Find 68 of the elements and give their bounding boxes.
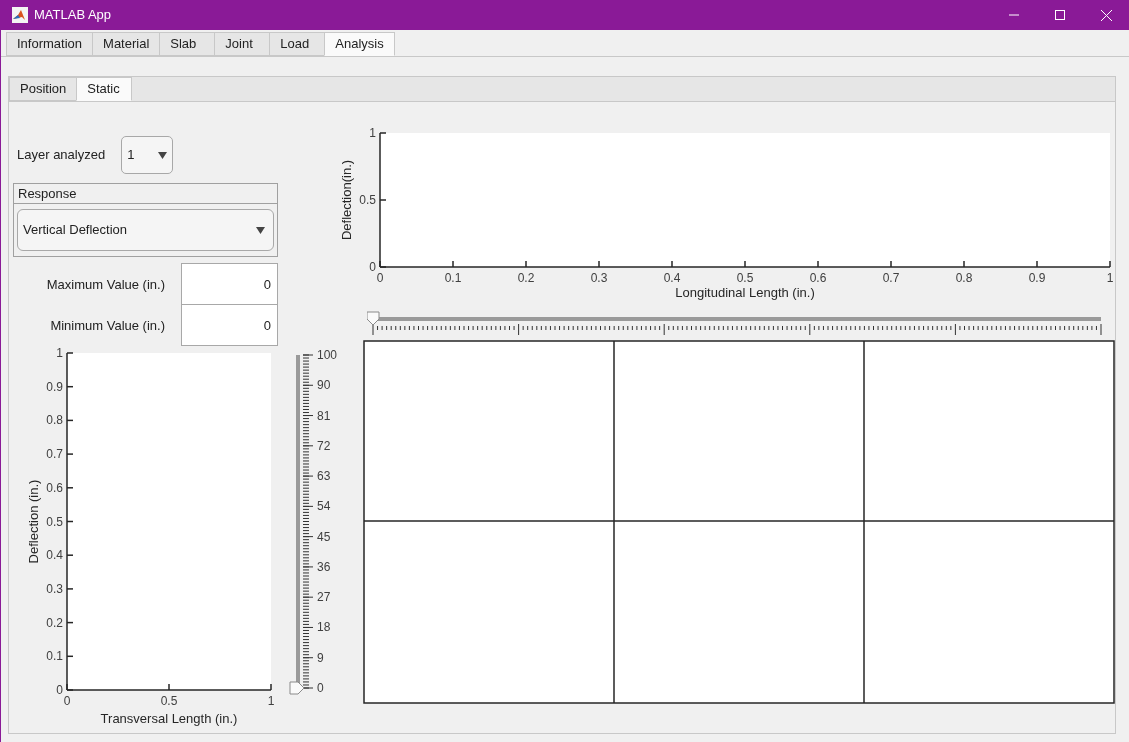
maximize-icon [1055, 10, 1065, 20]
tick-label: 0.4 [46, 548, 63, 563]
tick-label: 0 [317, 681, 324, 695]
tick-label: 0.7 [882, 271, 900, 285]
tick-label: 0 [63, 694, 71, 708]
tab[interactable]: Joint [214, 32, 271, 56]
tick-label: 1 [267, 694, 275, 708]
close-icon [1100, 9, 1112, 21]
tick-label: 0.6 [46, 480, 63, 495]
tick-label: 0.2 [46, 615, 63, 630]
app-logo-icon [12, 7, 28, 23]
field-label: Layer analyzed [17, 146, 106, 165]
caret-icon [158, 151, 168, 159]
tick-label: 63 [317, 469, 331, 484]
tick-label: 100 [317, 348, 338, 362]
tick-label: 81 [317, 408, 331, 423]
tick-label: 54 [317, 499, 331, 514]
tick-label: 0 [56, 683, 63, 697]
axis-title: Deflection(in.) [339, 159, 354, 241]
tick-label: 1 [369, 126, 376, 140]
tab[interactable]: Slab [159, 32, 216, 56]
tab[interactable]: Information [6, 32, 94, 56]
tick-label: 0.5 [736, 271, 754, 285]
tick-label: 0.9 [46, 379, 63, 394]
tick-label: 0.8 [46, 413, 63, 428]
tick-label: 0.9 [1028, 271, 1046, 285]
tick-label: 1 [56, 346, 63, 360]
tab[interactable]: Position [9, 77, 78, 101]
tick-label: 0.2 [517, 271, 535, 285]
tick-label: 72 [317, 438, 331, 453]
window-title: MATLAB App [34, 6, 112, 25]
slider-thumb[interactable] [289, 681, 305, 695]
value-field[interactable]: 0 [181, 304, 278, 346]
tick-label: 1 [1106, 271, 1114, 285]
tick-label: 0.5 [46, 514, 63, 529]
tick-label: 90 [317, 378, 331, 393]
tab[interactable]: Load [269, 32, 326, 56]
axis-title: Transversal Length (in.) [100, 711, 238, 726]
tick-label: 0.8 [955, 271, 973, 285]
tick-label: 0.1 [444, 271, 462, 285]
tick-label: 9 [317, 650, 324, 665]
panel-title: Response [14, 184, 277, 204]
axis-title: Deflection (in.) [26, 479, 41, 564]
tick-label: 45 [317, 529, 331, 544]
tick-label: 0.3 [46, 581, 63, 596]
tab[interactable]: Static [76, 77, 133, 101]
value-field[interactable]: 0 [181, 263, 278, 305]
tick-label: 0.3 [590, 271, 608, 285]
caret-icon [256, 226, 265, 234]
slider-thumb[interactable] [367, 311, 380, 326]
field-label: Minimum Value (in.) [49, 316, 165, 335]
tick-label: 36 [317, 559, 331, 574]
layer-dropdown[interactable]: 1 [121, 136, 174, 174]
axis-title: Longitudinal Length (in.) [675, 285, 815, 300]
field-label: Maximum Value (in.) [45, 275, 165, 294]
tick-label: 27 [317, 590, 331, 605]
tick-label: 0.7 [46, 447, 63, 462]
tick-label: 0 [376, 271, 384, 285]
tab[interactable]: Material [92, 32, 161, 56]
response-dropdown[interactable]: Vertical Deflection [17, 209, 274, 251]
tick-label: 0.6 [809, 271, 827, 285]
tick-label: 0.5 [160, 694, 178, 708]
tick-label: 0.5 [359, 193, 376, 207]
tick-label: 0.4 [663, 271, 681, 285]
tick-label: 18 [317, 620, 331, 635]
tick-label: 0 [369, 260, 376, 274]
tick-label: 0.1 [46, 649, 63, 664]
tab[interactable]: Analysis [324, 32, 395, 56]
